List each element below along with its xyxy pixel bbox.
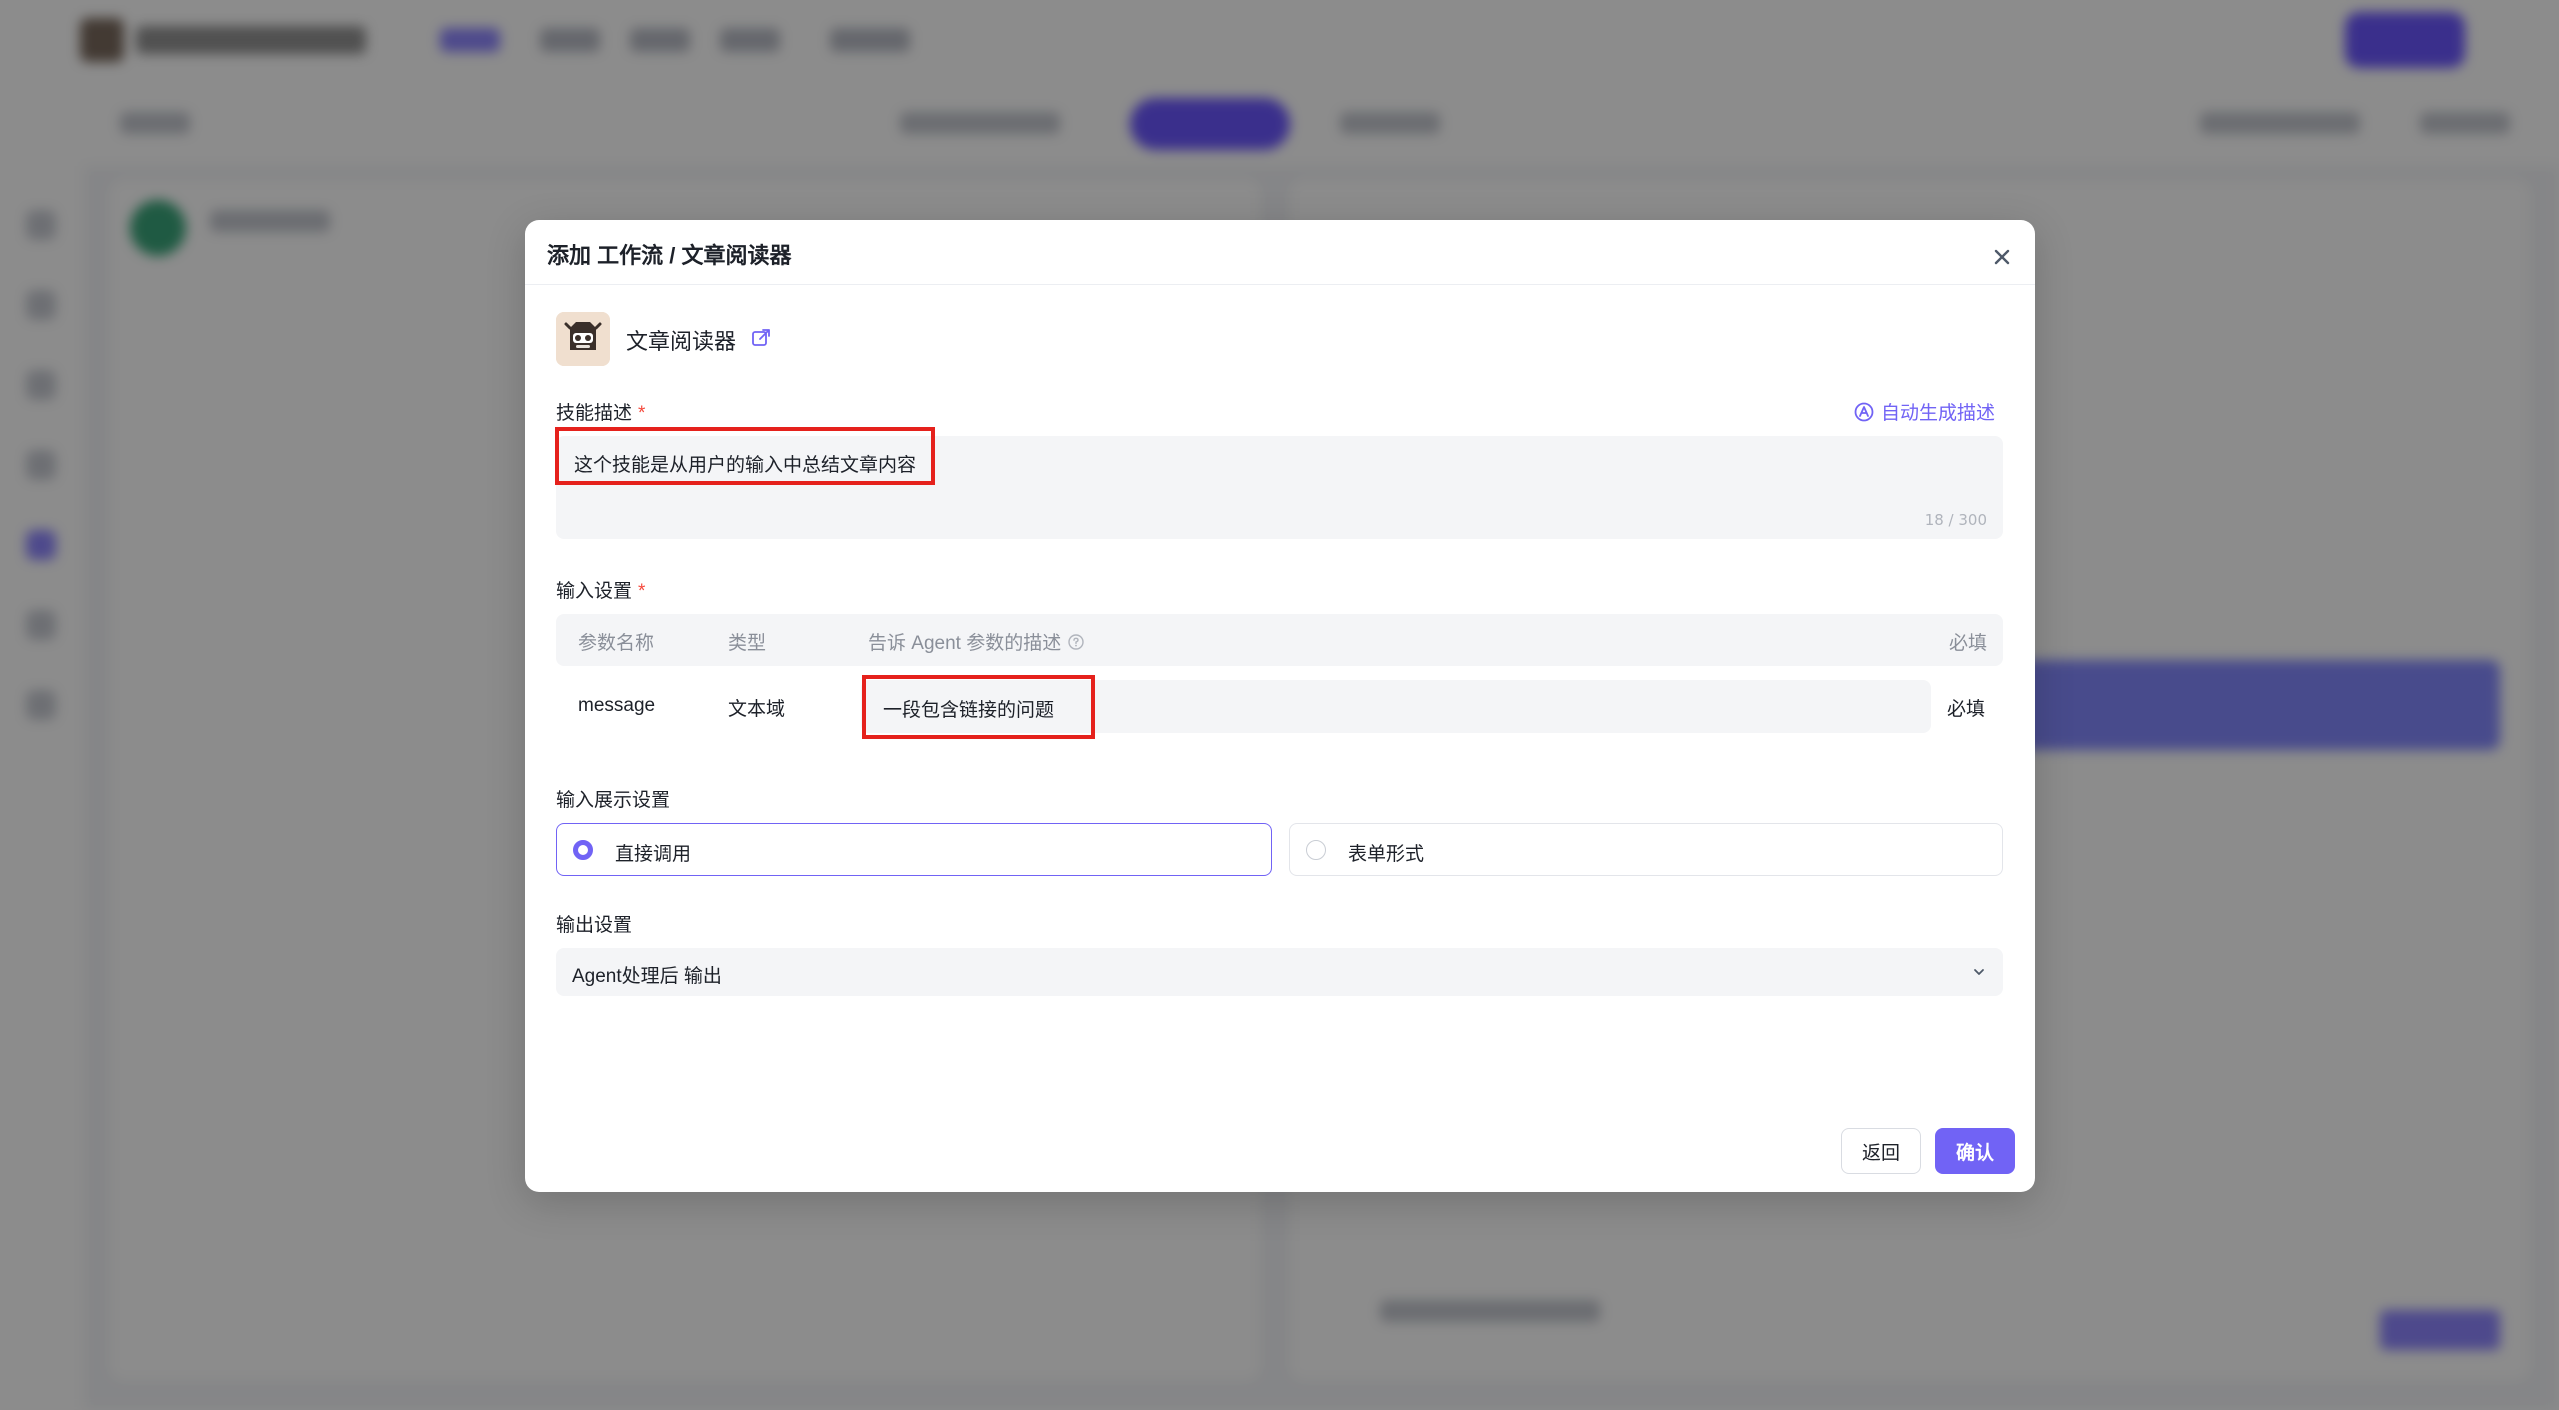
column-header-description-text: 告诉 Agent 参数的描述	[868, 633, 1062, 654]
chevron-down-icon	[1974, 969, 1984, 975]
param-table-header: 参数名称 类型 告诉 Agent 参数的描述 必填	[556, 614, 2003, 666]
column-header-param-name: 参数名称	[578, 633, 655, 654]
auto-generate-description-button[interactable]: 自动生成描述	[1853, 398, 1995, 425]
column-header-description: 告诉 Agent 参数的描述	[868, 628, 1085, 655]
workflow-avatar-icon	[556, 312, 610, 366]
radio-selected-icon	[573, 840, 593, 860]
title-divider	[525, 284, 2035, 285]
add-workflow-dialog: 添加 工作流 / 文章阅读器 文章阅读器 技能描述 * 自动生成描述 这个技能是…	[525, 220, 2035, 1192]
open-workflow-link[interactable]	[749, 326, 773, 350]
display-option-direct-label: 直接调用	[615, 844, 692, 865]
column-header-required: 必填	[1948, 633, 1987, 654]
required-mark: *	[638, 403, 646, 424]
ai-generate-icon	[1854, 402, 1874, 421]
skill-description-label-text: 技能描述	[556, 403, 633, 424]
required-mark: *	[638, 581, 646, 602]
column-header-type: 类型	[728, 633, 767, 654]
param-type: 文本域	[728, 699, 786, 720]
output-settings-label: 输出设置	[556, 915, 633, 936]
display-option-form[interactable]: 表单形式	[1289, 823, 2003, 876]
output-mode-value: Agent处理后 输出	[572, 966, 722, 987]
character-counter: 18 / 300	[1924, 511, 1987, 529]
workflow-name: 文章阅读器	[626, 329, 737, 354]
highlight-box-description	[555, 427, 935, 485]
display-option-form-label: 表单形式	[1348, 844, 1425, 865]
auto-generate-label: 自动生成描述	[1880, 403, 1995, 424]
display-option-direct[interactable]: 直接调用	[556, 823, 1272, 876]
back-button[interactable]: 返回	[1841, 1128, 1921, 1174]
help-circle-icon[interactable]	[1067, 633, 1085, 651]
highlight-box-param-description	[862, 675, 1095, 739]
dialog-title: 添加 工作流 / 文章阅读器	[547, 243, 792, 268]
output-mode-select[interactable]: Agent处理后 输出	[556, 948, 2003, 996]
skill-description-label: 技能描述 *	[556, 398, 645, 425]
close-icon	[1994, 249, 2010, 265]
radio-unselected-icon	[1306, 840, 1326, 860]
external-link-icon	[752, 329, 770, 346]
param-required: 必填	[1947, 699, 1986, 720]
input-settings-label: 输入设置 *	[556, 576, 645, 603]
confirm-button[interactable]: 确认	[1935, 1128, 2015, 1174]
input-settings-label-text: 输入设置	[556, 581, 633, 602]
input-display-label: 输入展示设置	[556, 790, 671, 811]
param-name: message	[578, 695, 656, 716]
close-button[interactable]	[1987, 242, 2017, 272]
